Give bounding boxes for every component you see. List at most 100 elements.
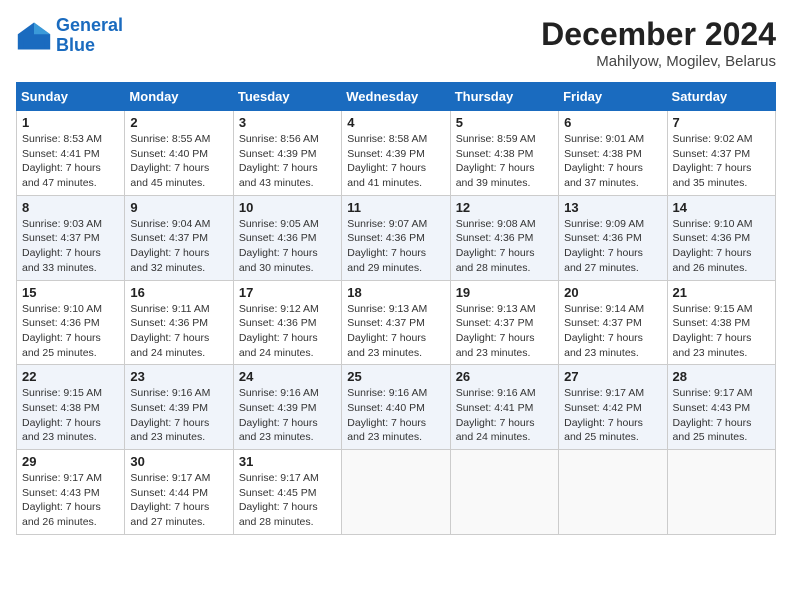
calendar-cell: 28Sunrise: 9:17 AM Sunset: 4:43 PM Dayli… (667, 365, 775, 450)
calendar-cell: 13 Sunrise: 9:09 AM Sunset: 4:36 PM Dayli… (559, 195, 667, 280)
calendar-cell: 14 Sunrise: 9:10 AM Sunset: 4:36 PM Dayli… (667, 195, 775, 280)
day-info: Sunrise: 9:12 AM Sunset: 4:36 PM Dayligh… (239, 302, 336, 361)
calendar-cell: 29 Sunrise: 9:17 AM Sunset: 4:43 PM Dayli… (17, 450, 125, 535)
calendar-cell: 24Sunrise: 9:16 AM Sunset: 4:39 PM Dayli… (233, 365, 341, 450)
calendar-table: SundayMondayTuesdayWednesdayThursdayFrid… (16, 82, 776, 535)
day-info: Sunrise: 9:17 AM Sunset: 4:45 PM Dayligh… (239, 471, 336, 530)
calendar-cell: 19 Sunrise: 9:13 AM Sunset: 4:37 PM Dayli… (450, 280, 558, 365)
calendar-cell: 25 Sunrise: 9:16 AM Sunset: 4:40 PM Dayli… (342, 365, 450, 450)
calendar-cell: 27 Sunrise: 9:17 AM Sunset: 4:42 PM Dayli… (559, 365, 667, 450)
weekday-header-friday: Friday (559, 83, 667, 111)
day-info: Sunrise: 9:05 AM Sunset: 4:36 PM Dayligh… (239, 217, 336, 276)
day-number: 2 (130, 115, 227, 130)
calendar-cell: 1 Sunrise: 8:53 AM Sunset: 4:41 PM Daylig… (17, 111, 125, 196)
calendar-cell: 15Sunrise: 9:10 AM Sunset: 4:36 PM Dayli… (17, 280, 125, 365)
calendar-cell: 3 Sunrise: 8:56 AM Sunset: 4:39 PM Daylig… (233, 111, 341, 196)
calendar-cell: 11 Sunrise: 9:07 AM Sunset: 4:36 PM Dayli… (342, 195, 450, 280)
weekday-header-wednesday: Wednesday (342, 83, 450, 111)
calendar-week-row: 29 Sunrise: 9:17 AM Sunset: 4:43 PM Dayli… (17, 450, 776, 535)
day-info: Sunrise: 8:53 AM Sunset: 4:41 PM Dayligh… (22, 132, 119, 191)
day-number: 30 (130, 454, 227, 469)
calendar-week-row: 15Sunrise: 9:10 AM Sunset: 4:36 PM Dayli… (17, 280, 776, 365)
day-number: 9 (130, 200, 227, 215)
day-info: Sunrise: 9:09 AM Sunset: 4:36 PM Dayligh… (564, 217, 661, 276)
day-number: 4 (347, 115, 444, 130)
day-number: 13 (564, 200, 661, 215)
day-number: 6 (564, 115, 661, 130)
day-number: 15 (22, 285, 119, 300)
logo-text: General Blue (56, 16, 123, 56)
day-number: 11 (347, 200, 444, 215)
day-info: Sunrise: 9:17 AM Sunset: 4:43 PM Dayligh… (22, 471, 119, 530)
day-info: Sunrise: 9:17 AM Sunset: 4:42 PM Dayligh… (564, 386, 661, 445)
day-info: Sunrise: 9:15 AM Sunset: 4:38 PM Dayligh… (673, 302, 770, 361)
location: Mahilyow, Mogilev, Belarus (541, 53, 776, 70)
calendar-cell: 23Sunrise: 9:16 AM Sunset: 4:39 PM Dayli… (125, 365, 233, 450)
day-number: 22 (22, 369, 119, 384)
day-number: 1 (22, 115, 119, 130)
calendar-cell: 7 Sunrise: 9:02 AM Sunset: 4:37 PM Daylig… (667, 111, 775, 196)
calendar-cell: 17 Sunrise: 9:12 AM Sunset: 4:36 PM Dayli… (233, 280, 341, 365)
day-number: 26 (456, 369, 553, 384)
day-info: Sunrise: 8:56 AM Sunset: 4:39 PM Dayligh… (239, 132, 336, 191)
day-number: 7 (673, 115, 770, 130)
title-block: December 2024 Mahilyow, Mogilev, Belarus (541, 16, 776, 70)
day-number: 14 (673, 200, 770, 215)
calendar-cell: 30 Sunrise: 9:17 AM Sunset: 4:44 PM Dayli… (125, 450, 233, 535)
page-header: General Blue December 2024 Mahilyow, Mog… (16, 16, 776, 70)
day-info: Sunrise: 9:17 AM Sunset: 4:44 PM Dayligh… (130, 471, 227, 530)
day-info: Sunrise: 9:04 AM Sunset: 4:37 PM Dayligh… (130, 217, 227, 276)
day-info: Sunrise: 8:58 AM Sunset: 4:39 PM Dayligh… (347, 132, 444, 191)
day-info: Sunrise: 9:03 AM Sunset: 4:37 PM Dayligh… (22, 217, 119, 276)
weekday-header-monday: Monday (125, 83, 233, 111)
day-number: 21 (673, 285, 770, 300)
day-info: Sunrise: 9:07 AM Sunset: 4:36 PM Dayligh… (347, 217, 444, 276)
day-info: Sunrise: 9:02 AM Sunset: 4:37 PM Dayligh… (673, 132, 770, 191)
calendar-cell: 9 Sunrise: 9:04 AM Sunset: 4:37 PM Daylig… (125, 195, 233, 280)
day-number: 16 (130, 285, 227, 300)
day-number: 10 (239, 200, 336, 215)
day-info: Sunrise: 9:13 AM Sunset: 4:37 PM Dayligh… (456, 302, 553, 361)
day-number: 29 (22, 454, 119, 469)
calendar-cell: 26 Sunrise: 9:16 AM Sunset: 4:41 PM Dayli… (450, 365, 558, 450)
day-number: 5 (456, 115, 553, 130)
day-info: Sunrise: 9:16 AM Sunset: 4:40 PM Dayligh… (347, 386, 444, 445)
calendar-cell: 8Sunrise: 9:03 AM Sunset: 4:37 PM Daylig… (17, 195, 125, 280)
day-number: 12 (456, 200, 553, 215)
day-number: 19 (456, 285, 553, 300)
calendar-cell: 2 Sunrise: 8:55 AM Sunset: 4:40 PM Daylig… (125, 111, 233, 196)
day-info: Sunrise: 9:14 AM Sunset: 4:37 PM Dayligh… (564, 302, 661, 361)
weekday-header-row: SundayMondayTuesdayWednesdayThursdayFrid… (17, 83, 776, 111)
calendar-cell (342, 450, 450, 535)
weekday-header-thursday: Thursday (450, 83, 558, 111)
calendar-cell: 4 Sunrise: 8:58 AM Sunset: 4:39 PM Daylig… (342, 111, 450, 196)
logo-icon (16, 18, 52, 54)
day-number: 3 (239, 115, 336, 130)
day-info: Sunrise: 9:13 AM Sunset: 4:37 PM Dayligh… (347, 302, 444, 361)
calendar-week-row: 8Sunrise: 9:03 AM Sunset: 4:37 PM Daylig… (17, 195, 776, 280)
day-number: 27 (564, 369, 661, 384)
day-info: Sunrise: 8:55 AM Sunset: 4:40 PM Dayligh… (130, 132, 227, 191)
calendar-cell: 6 Sunrise: 9:01 AM Sunset: 4:38 PM Daylig… (559, 111, 667, 196)
day-number: 25 (347, 369, 444, 384)
day-number: 20 (564, 285, 661, 300)
day-info: Sunrise: 9:17 AM Sunset: 4:43 PM Dayligh… (673, 386, 770, 445)
calendar-cell: 31Sunrise: 9:17 AM Sunset: 4:45 PM Dayli… (233, 450, 341, 535)
day-info: Sunrise: 9:16 AM Sunset: 4:39 PM Dayligh… (130, 386, 227, 445)
day-info: Sunrise: 9:11 AM Sunset: 4:36 PM Dayligh… (130, 302, 227, 361)
day-info: Sunrise: 9:10 AM Sunset: 4:36 PM Dayligh… (673, 217, 770, 276)
calendar-cell: 22 Sunrise: 9:15 AM Sunset: 4:38 PM Dayli… (17, 365, 125, 450)
day-info: Sunrise: 9:01 AM Sunset: 4:38 PM Dayligh… (564, 132, 661, 191)
logo: General Blue (16, 16, 123, 56)
calendar-cell (559, 450, 667, 535)
calendar-week-row: 1 Sunrise: 8:53 AM Sunset: 4:41 PM Daylig… (17, 111, 776, 196)
weekday-header-saturday: Saturday (667, 83, 775, 111)
day-number: 17 (239, 285, 336, 300)
calendar-cell (667, 450, 775, 535)
calendar-cell: 5Sunrise: 8:59 AM Sunset: 4:38 PM Daylig… (450, 111, 558, 196)
day-info: Sunrise: 9:08 AM Sunset: 4:36 PM Dayligh… (456, 217, 553, 276)
day-info: Sunrise: 9:16 AM Sunset: 4:41 PM Dayligh… (456, 386, 553, 445)
calendar-cell: 16 Sunrise: 9:11 AM Sunset: 4:36 PM Dayli… (125, 280, 233, 365)
day-number: 24 (239, 369, 336, 384)
day-info: Sunrise: 9:15 AM Sunset: 4:38 PM Dayligh… (22, 386, 119, 445)
